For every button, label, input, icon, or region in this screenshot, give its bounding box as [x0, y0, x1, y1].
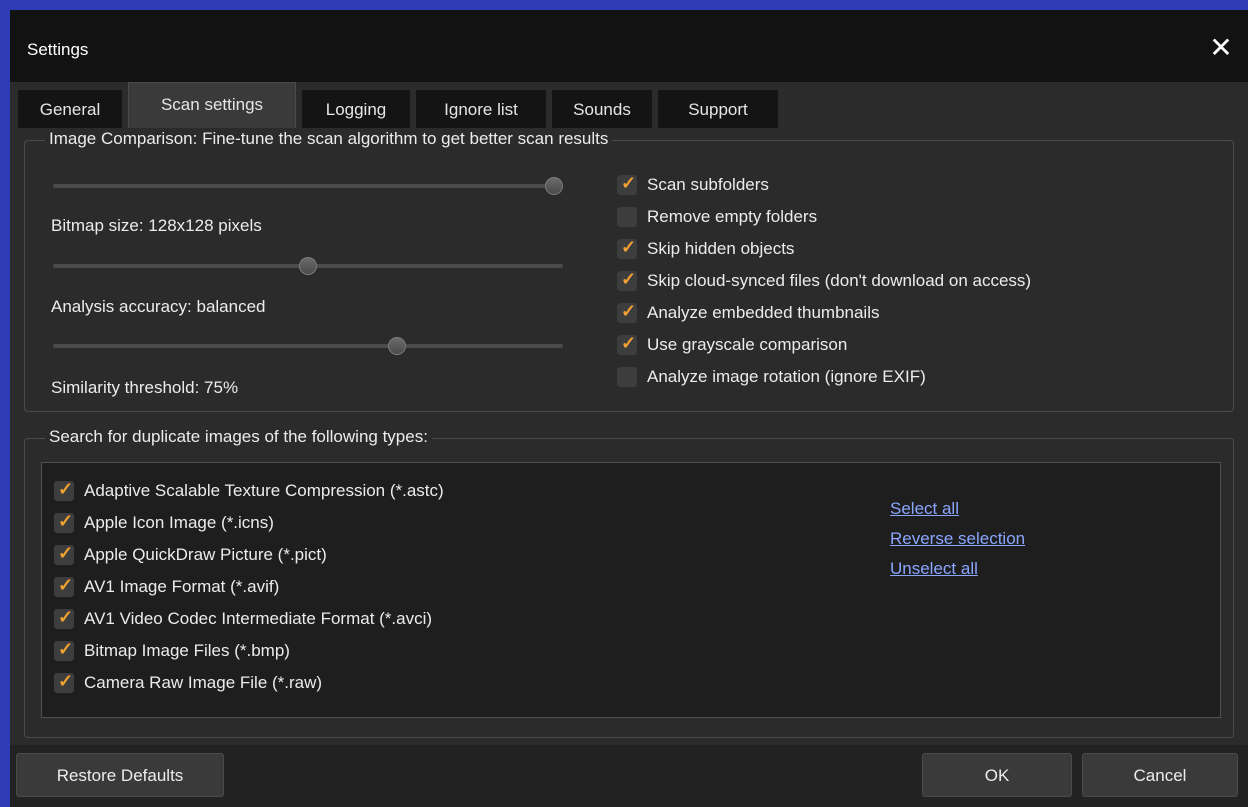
checkbox[interactable]: ✓	[54, 671, 74, 693]
tab-support[interactable]: Support	[658, 90, 778, 128]
checkmark-icon: ✓	[58, 479, 74, 499]
scan-option-3-label: Skip cloud-synced files (don't download …	[647, 271, 1032, 290]
tab-logging[interactable]: Logging	[302, 90, 410, 128]
file-types-legend: Search for duplicate images of the follo…	[45, 427, 432, 447]
checkbox[interactable]: ✓	[54, 607, 74, 629]
settings-window: Settings ✕ General Scan settings Logging…	[10, 10, 1248, 807]
checkmark-icon: ✓	[621, 237, 637, 257]
checkmark-icon: ✓	[621, 173, 637, 193]
image-comparison-group: Image Comparison: Fine-tune the scan alg…	[24, 129, 1234, 412]
checkbox[interactable]: ✓	[617, 173, 637, 195]
similarity-threshold-label: Similarity threshold: 75%	[51, 378, 239, 397]
file-type-2-label: Apple QuickDraw Picture (*.pict)	[84, 545, 327, 564]
analysis-accuracy-label: Analysis accuracy: balanced	[51, 297, 266, 316]
file-type-6[interactable]: ✓ Camera Raw Image File (*.raw)	[54, 671, 323, 693]
window-title: Settings	[27, 40, 89, 59]
title-bar: Settings ✕	[10, 10, 1248, 82]
close-icon[interactable]: ✕	[1206, 34, 1236, 64]
scan-option-6-label: Analyze image rotation (ignore EXIF)	[647, 367, 926, 386]
file-type-5-label: Bitmap Image Files (*.bmp)	[84, 641, 290, 660]
select-all-link[interactable]: Select all	[890, 499, 959, 519]
file-type-2[interactable]: ✓ Apple QuickDraw Picture (*.pict)	[54, 543, 327, 565]
file-type-4-label: AV1 Video Codec Intermediate Format (*.a…	[84, 609, 433, 628]
scan-option-5-label: Use grayscale comparison	[647, 335, 848, 354]
checkmark-icon: ✓	[621, 269, 637, 289]
checkmark-icon: ✓	[58, 575, 74, 595]
scan-option-4-label: Analyze embedded thumbnails	[647, 303, 880, 322]
checkmark-icon: ✓	[58, 671, 74, 691]
scan-option-0[interactable]: ✓ Scan subfolders	[617, 173, 769, 195]
scan-option-0-label: Scan subfolders	[647, 175, 769, 194]
scan-option-4[interactable]: ✓ Analyze embedded thumbnails	[617, 301, 880, 323]
checkmark-icon: ✓	[58, 543, 74, 563]
file-type-1-label: Apple Icon Image (*.icns)	[84, 513, 274, 532]
checkmark-icon: ✓	[58, 607, 74, 627]
file-type-6-label: Camera Raw Image File (*.raw)	[84, 673, 323, 692]
checkbox[interactable]: ✓	[617, 333, 637, 355]
file-type-0[interactable]: ✓ Adaptive Scalable Texture Compression (…	[54, 479, 444, 501]
checkbox[interactable]: ✓	[54, 575, 74, 597]
scan-option-1-label: Remove empty folders	[647, 207, 818, 226]
similarity-threshold-slider-knob[interactable]	[387, 337, 406, 355]
tab-ignore-list[interactable]: Ignore list	[416, 90, 546, 128]
analysis-accuracy-slider-knob[interactable]	[299, 257, 317, 275]
image-comparison-legend: Image Comparison: Fine-tune the scan alg…	[45, 129, 613, 149]
scan-option-6[interactable]: Analyze image rotation (ignore EXIF)	[617, 367, 926, 387]
checkmark-icon: ✓	[621, 333, 637, 353]
checkbox[interactable]: ✓	[54, 639, 74, 661]
file-type-3[interactable]: ✓ AV1 Image Format (*.avif)	[54, 575, 280, 597]
cancel-button[interactable]: Cancel	[1082, 753, 1238, 797]
tab-bar: General Scan settings Logging Ignore lis…	[10, 82, 1248, 128]
scan-option-1[interactable]: Remove empty folders	[617, 207, 817, 227]
file-type-1[interactable]: ✓ Apple Icon Image (*.icns)	[54, 511, 274, 533]
reverse-selection-link[interactable]: Reverse selection	[890, 529, 1025, 549]
checkbox[interactable]	[617, 367, 637, 387]
checkbox[interactable]: ✓	[54, 479, 74, 501]
file-type-3-label: AV1 Image Format (*.avif)	[84, 577, 280, 596]
restore-defaults-button[interactable]: Restore Defaults	[16, 753, 224, 797]
checkmark-icon: ✓	[621, 301, 637, 321]
checkbox[interactable]: ✓	[617, 301, 637, 323]
tab-general[interactable]: General	[18, 90, 122, 128]
scan-option-5[interactable]: ✓ Use grayscale comparison	[617, 333, 848, 355]
checkmark-icon: ✓	[58, 639, 74, 659]
tab-scan-settings[interactable]: Scan settings	[128, 82, 296, 128]
button-bar: Restore Defaults OK Cancel	[10, 745, 1248, 807]
checkbox[interactable]	[617, 207, 637, 227]
bitmap-size-slider[interactable]	[53, 184, 563, 188]
scan-option-3[interactable]: ✓ Skip cloud-synced files (don't download…	[617, 269, 1032, 291]
file-types-list: ✓ Adaptive Scalable Texture Compression (…	[41, 462, 1221, 718]
checkbox[interactable]: ✓	[54, 543, 74, 565]
ok-button[interactable]: OK	[922, 753, 1072, 797]
scan-option-2[interactable]: ✓ Skip hidden objects	[617, 237, 795, 259]
bitmap-size-slider-knob[interactable]	[545, 177, 563, 195]
checkbox[interactable]: ✓	[617, 237, 637, 259]
file-type-4[interactable]: ✓ AV1 Video Codec Intermediate Format (*.…	[54, 607, 433, 629]
tab-sounds[interactable]: Sounds	[552, 90, 652, 128]
file-type-5[interactable]: ✓ Bitmap Image Files (*.bmp)	[54, 639, 290, 661]
similarity-threshold-slider[interactable]	[53, 344, 563, 348]
checkbox[interactable]: ✓	[54, 511, 74, 533]
checkmark-icon: ✓	[58, 511, 74, 531]
scan-option-2-label: Skip hidden objects	[647, 239, 795, 258]
file-type-0-label: Adaptive Scalable Texture Compression (*…	[84, 481, 444, 500]
bitmap-size-label: Bitmap size: 128x128 pixels	[51, 216, 262, 235]
checkbox[interactable]: ✓	[617, 269, 637, 291]
unselect-all-link[interactable]: Unselect all	[890, 559, 978, 579]
